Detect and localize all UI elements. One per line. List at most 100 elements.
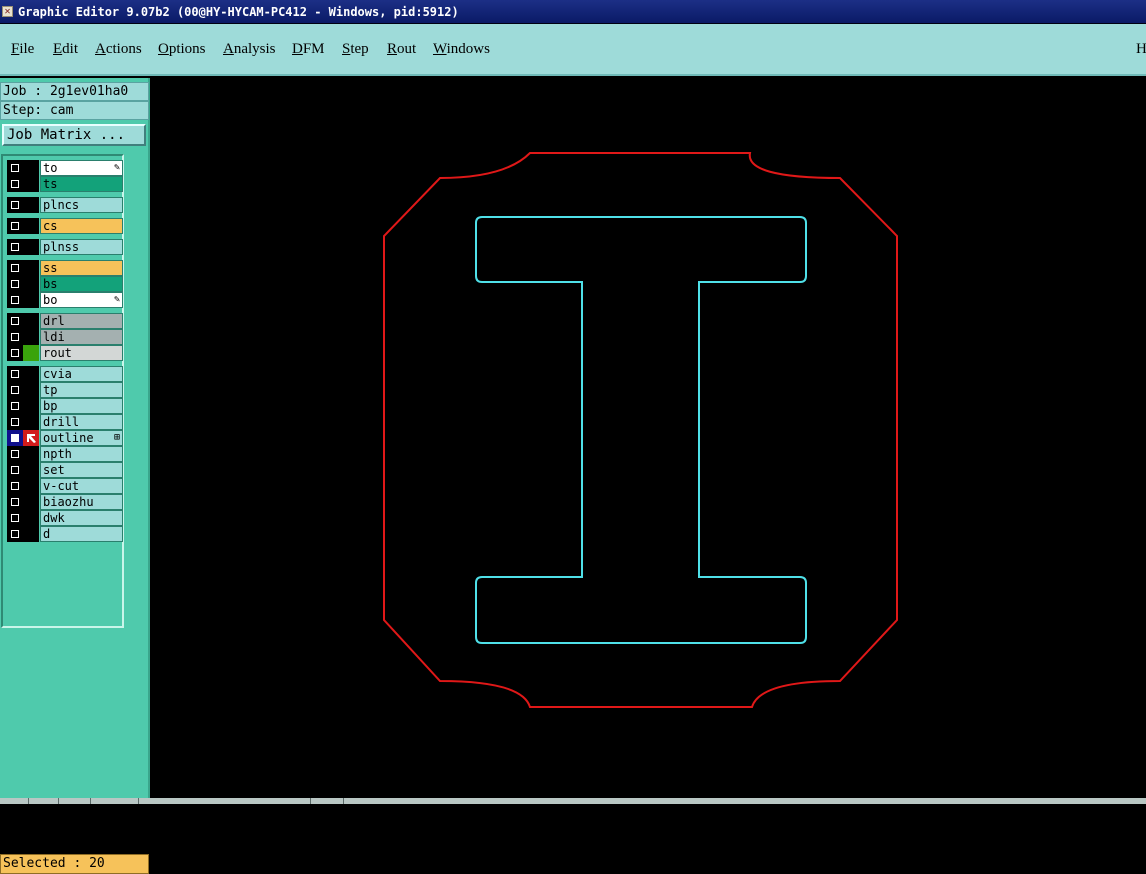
layer-row-set[interactable]: set (5, 462, 123, 478)
layer-checkbox[interactable] (7, 478, 23, 494)
layer-row-v-cut[interactable]: v-cut (5, 478, 123, 494)
layer-name[interactable]: ss (40, 260, 123, 276)
layer-name[interactable]: outline ⊞ (40, 430, 123, 446)
layer-color-swatch[interactable] (23, 239, 39, 255)
layer-checkbox[interactable] (7, 260, 23, 276)
layer-row-ts[interactable]: ts (5, 176, 123, 192)
layer-checkbox[interactable] (7, 239, 23, 255)
layer-row-tp[interactable]: tp (5, 382, 123, 398)
menu-windows[interactable]: Windows (433, 41, 490, 58)
layer-checkbox[interactable] (7, 446, 23, 462)
layer-row-rout[interactable]: rout (5, 345, 123, 361)
layer-name[interactable]: ldi (40, 329, 123, 345)
layer-color-swatch[interactable] (23, 398, 39, 414)
layer-name[interactable]: bo ✎ (40, 292, 123, 308)
layer-name[interactable]: plncs (40, 197, 123, 213)
work-layer-arrow-icon[interactable] (23, 430, 39, 446)
layer-checkbox[interactable] (7, 494, 23, 510)
layer-name[interactable]: biaozhu (40, 494, 123, 510)
menu-options[interactable]: Options (158, 41, 206, 58)
app-icon[interactable]: ✕ (2, 6, 13, 17)
menu-actions[interactable]: Actions (95, 41, 142, 58)
layer-name[interactable]: plnss (40, 239, 123, 255)
layer-row-to[interactable]: to ✎ (5, 160, 123, 176)
layer-checkbox[interactable] (7, 414, 23, 430)
layer-edit-icon[interactable]: ✎ (114, 293, 120, 307)
layer-checkbox[interactable] (7, 329, 23, 345)
layer-name[interactable]: rout (40, 345, 123, 361)
graphic-canvas[interactable] (151, 78, 1146, 798)
layer-checkbox[interactable] (7, 430, 23, 446)
layer-color-swatch[interactable] (23, 382, 39, 398)
layer-color-swatch[interactable] (23, 366, 39, 382)
layer-checkbox[interactable] (7, 398, 23, 414)
layer-name[interactable]: d (40, 526, 123, 542)
layer-color-swatch[interactable] (23, 197, 39, 213)
layer-row-npth[interactable]: npth (5, 446, 123, 462)
layer-color-swatch[interactable] (23, 478, 39, 494)
layer-name[interactable]: ts (40, 176, 123, 192)
layer-checkbox[interactable] (7, 366, 23, 382)
layer-checkbox[interactable] (7, 345, 23, 361)
layer-color-swatch[interactable] (23, 276, 39, 292)
menu-step[interactable]: Step (342, 41, 369, 58)
menu-dfm[interactable]: DFM (292, 41, 325, 58)
layer-name[interactable]: dwk (40, 510, 123, 526)
menu-analysis[interactable]: Analysis (223, 41, 276, 58)
layer-checkbox[interactable] (7, 462, 23, 478)
layer-name[interactable]: bs (40, 276, 123, 292)
layer-row-cs[interactable]: cs (5, 218, 123, 234)
layer-row-bs[interactable]: bs (5, 276, 123, 292)
layer-row-outline[interactable]: outline ⊞ (5, 430, 123, 446)
layer-name[interactable]: npth (40, 446, 123, 462)
layer-color-swatch[interactable] (23, 218, 39, 234)
layer-row-plncs[interactable]: plncs (5, 197, 123, 213)
layer-color-swatch[interactable] (23, 494, 39, 510)
layer-checkbox[interactable] (7, 526, 23, 542)
layer-name[interactable]: cvia (40, 366, 123, 382)
menu-edit[interactable]: Edit (53, 41, 78, 58)
job-matrix-button[interactable]: Job Matrix ... (2, 124, 146, 146)
layer-checkbox[interactable] (7, 510, 23, 526)
layer-color-swatch[interactable] (23, 313, 39, 329)
layer-checkbox[interactable] (7, 313, 23, 329)
layer-checkbox[interactable] (7, 176, 23, 192)
layer-color-swatch[interactable] (23, 260, 39, 276)
layer-color-swatch[interactable] (23, 462, 39, 478)
layer-color-swatch[interactable] (23, 510, 39, 526)
layer-name[interactable]: set (40, 462, 123, 478)
layer-color-swatch[interactable] (23, 345, 39, 361)
layer-row-ss[interactable]: ss (5, 260, 123, 276)
layer-row-drill[interactable]: drill (5, 414, 123, 430)
layer-expand-icon[interactable]: ⊞ (114, 431, 120, 445)
layer-name[interactable]: v-cut (40, 478, 123, 494)
layer-color-swatch[interactable] (23, 292, 39, 308)
layer-checkbox[interactable] (7, 276, 23, 292)
layer-checkbox[interactable] (7, 382, 23, 398)
layer-edit-icon[interactable]: ✎ (114, 161, 120, 175)
menu-rout[interactable]: Rout (387, 41, 416, 58)
layer-name[interactable]: bp (40, 398, 123, 414)
layer-color-swatch[interactable] (23, 446, 39, 462)
layer-row-drl[interactable]: drl (5, 313, 123, 329)
layer-name[interactable]: drill (40, 414, 123, 430)
layer-row-dwk[interactable]: dwk (5, 510, 123, 526)
layer-color-swatch[interactable] (23, 176, 39, 192)
layer-name[interactable]: drl (40, 313, 123, 329)
layer-row-bo[interactable]: bo ✎ (5, 292, 123, 308)
layer-row-ldi[interactable]: ldi (5, 329, 123, 345)
layer-row-cvia[interactable]: cvia (5, 366, 123, 382)
layer-row-plnss[interactable]: plnss (5, 239, 123, 255)
layer-color-swatch[interactable] (23, 160, 39, 176)
layer-color-swatch[interactable] (23, 414, 39, 430)
layer-row-biaozhu[interactable]: biaozhu (5, 494, 123, 510)
layer-checkbox[interactable] (7, 197, 23, 213)
menu-help[interactable]: H (1136, 41, 1146, 58)
layer-name[interactable]: cs (40, 218, 123, 234)
layer-name[interactable]: tp (40, 382, 123, 398)
layer-checkbox[interactable] (7, 160, 23, 176)
layer-row-d[interactable]: d (5, 526, 123, 542)
layer-checkbox[interactable] (7, 292, 23, 308)
layer-color-swatch[interactable] (23, 329, 39, 345)
layer-name[interactable]: to ✎ (40, 160, 123, 176)
